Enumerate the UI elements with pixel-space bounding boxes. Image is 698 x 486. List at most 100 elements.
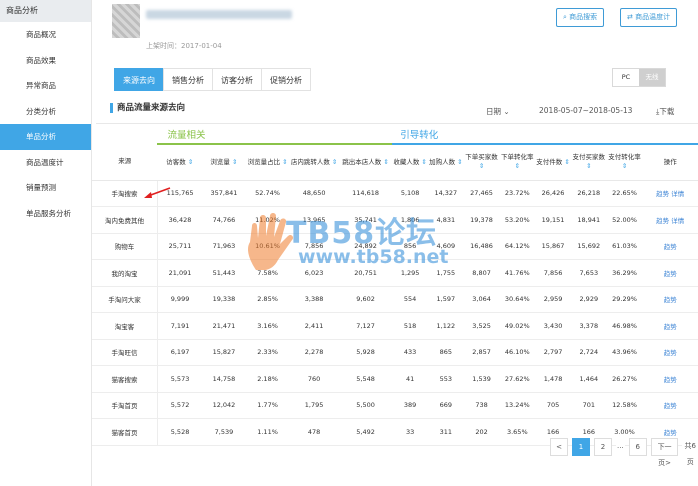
column-header[interactable]: 支付件数 ⇕ [535,144,571,181]
table-row: 手淘问大家 9,999 19,338 2.85% 3,388 9,602 554 1,597 3… [92,286,698,313]
sidebar-item[interactable]: 单品分析 [0,124,91,150]
product-thumbnail [112,4,140,38]
pager-prev-button[interactable]: < [550,438,568,456]
table-cell: 5,500 [338,392,393,419]
table-cell: 41 [392,365,428,393]
trend-link[interactable]: 趋势 [664,429,677,437]
sidebar-item[interactable]: 异常商品 [0,73,91,99]
table-cell: 23.72% [499,180,536,207]
trend-link[interactable]: 趋势 [664,402,677,410]
column-header[interactable]: 下单转化率 ⇕ [499,144,536,181]
operation-cell: 趋势 [642,286,698,313]
sidebar-item[interactable]: 分类分析 [0,99,91,125]
table-cell: 52.74% [245,180,290,207]
table-cell: 1,122 [427,312,464,340]
source-name: 淘宝客 [92,312,158,340]
date-label: 日期 [486,107,501,116]
pagination: <1 2... 6 下一页> 共6页 [546,438,698,467]
group-conversion: 引导转化 [392,124,698,145]
column-header[interactable]: 访客数 ⇕ [157,144,203,181]
section-title: 商品流量来源去向 [110,103,185,113]
date-picker[interactable]: 日期 ⌄ [486,106,510,117]
tab-item[interactable]: 来源去向 [114,68,164,91]
table-cell: 1,478 [535,365,571,393]
tab-item[interactable]: 访客分析 [212,68,262,91]
thermometer-button[interactable]: ⇄ 商品温度计 [620,8,678,27]
watermark-url: www.tb58.net [298,246,449,268]
table-cell: 21,091 [157,259,203,287]
sidebar-item[interactable]: 商品温度计 [0,150,91,176]
table-cell: 7,127 [338,312,393,340]
sort-icon: ⇕ [562,157,570,166]
table-cell: 15,867 [535,233,571,260]
trend-link[interactable]: 趋势 [664,243,677,251]
table-cell: 74,766 [202,206,246,234]
tab-item[interactable]: 销售分析 [163,68,213,91]
sort-icon: ⇕ [185,157,194,166]
table-cell: 865 [427,339,464,366]
sidebar-item[interactable]: 销量预测 [0,175,91,201]
column-header[interactable]: 支付转化率 ⇕ [606,144,643,181]
table-cell: 27,465 [463,180,500,207]
pager-page[interactable]: 6 [628,438,647,456]
pc-toggle[interactable]: PC [613,69,639,86]
column-header[interactable]: 浏览量 ⇕ [202,144,246,181]
table-cell: 2.18% [245,365,290,393]
sidebar-item[interactable]: 商品效果 [0,48,91,74]
source-name: 手淘首页 [92,392,158,419]
wireless-toggle[interactable]: 无线 [639,69,665,86]
table-cell: 7,856 [535,259,571,287]
trend-link[interactable]: 趋势 [656,190,669,198]
operation-cell: 趋势 [642,365,698,393]
listing-date: 上架时间：2017-01-04 [146,42,222,50]
table-cell: 9,999 [157,286,203,313]
trend-link[interactable]: 趋势 [656,217,669,225]
pager-page[interactable]: 1 [572,438,590,456]
detail-link[interactable]: 详情 [671,190,684,198]
download-button[interactable]: ⤓下载 [656,106,674,117]
table-cell: 5,108 [392,180,428,207]
sidebar-item[interactable]: 单品服务分析 [0,201,91,227]
table-cell: 36,428 [157,206,203,234]
table-cell: 33 [392,418,428,446]
table-cell: 389 [392,392,428,419]
table-cell: 202 [463,418,500,446]
product-search-button[interactable]: ⌕ 商品搜索 [556,8,605,27]
table-cell: 3,388 [289,286,339,313]
table-cell: 433 [392,339,428,366]
source-name: 猫客搜索 [92,365,158,393]
source-name: 购物车 [92,233,158,260]
table-cell: 518 [392,312,428,340]
table-cell: 61.03% [606,233,643,260]
column-header[interactable]: 支付买家数 ⇕ [570,144,607,181]
trend-link[interactable]: 趋势 [664,270,677,278]
column-header-label: 访客数 [166,157,186,166]
table-cell: 5,928 [338,339,393,366]
sort-icon: ⇕ [381,157,389,166]
sort-icon: ⇕ [280,157,288,166]
column-header[interactable]: 下单买家数 ⇕ [463,144,500,181]
trend-link[interactable]: 趋势 [664,349,677,357]
column-header[interactable]: 跳出本店人数 ⇕ [338,144,393,181]
column-header[interactable]: 店内跳转人数 ⇕ [289,144,339,181]
table-cell: 1,464 [570,365,607,393]
tab-item[interactable]: 促销分析 [261,68,311,91]
detail-link[interactable]: 详情 [671,217,684,225]
column-header[interactable]: 浏览量占比 ⇕ [245,144,290,181]
trend-link[interactable]: 趋势 [664,376,677,384]
trend-link[interactable]: 趋势 [664,296,677,304]
column-header[interactable]: 加购人数 ⇕ [427,144,464,181]
sidebar-item[interactable]: 商品概况 [0,22,91,48]
table-cell: 1.11% [245,418,290,446]
table-row: 淘宝客 7,191 21,471 3.16% 2,411 7,127 518 1,122 3,5… [92,312,698,340]
table-cell: 27.62% [499,365,536,393]
column-header-label: 来源 [118,157,132,166]
pager-total: 共6页 [682,438,698,466]
trend-link[interactable]: 趋势 [664,323,677,331]
pager-page[interactable]: 2 [594,438,612,456]
pager-next-button[interactable]: 下一页> [650,438,679,467]
column-header[interactable]: 收藏人数 ⇕ [392,144,428,181]
pager-ellipsis: ... [616,438,625,456]
table-cell: 3,064 [463,286,500,313]
source-name: 手淘问大家 [92,286,158,313]
